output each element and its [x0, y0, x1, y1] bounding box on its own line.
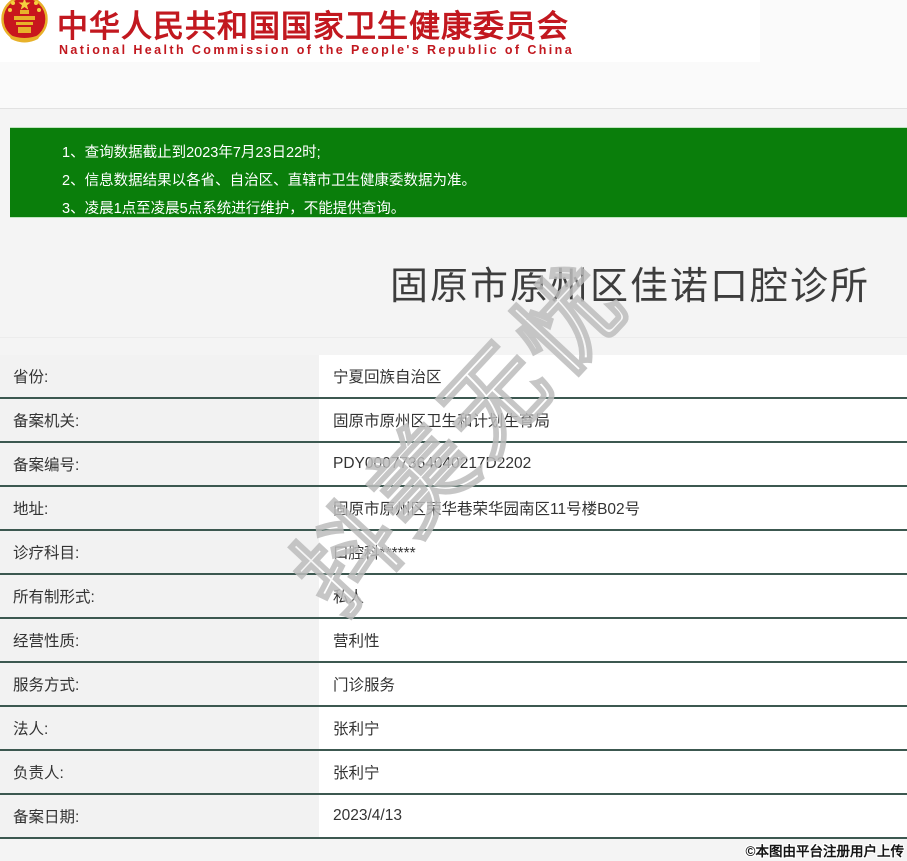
row-value: 固原市原州区荣华巷荣华园南区11号楼B02号	[319, 487, 907, 529]
header-divider	[0, 108, 907, 109]
notice-line-1: 1、查询数据截止到2023年7月23日22时;	[62, 139, 897, 167]
row-value: 口腔科******	[319, 531, 907, 573]
row-label: 地址:	[0, 487, 319, 529]
table-row-treatment-subjects: 诊疗科目: 口腔科******	[0, 531, 907, 575]
site-title-english: National Health Commission of the People…	[59, 43, 574, 57]
row-label: 经营性质:	[0, 619, 319, 661]
row-value: 张利宁	[319, 751, 907, 793]
page: 中华人民共和国国家卫生健康委员会 National Health Commiss…	[0, 0, 907, 861]
table-row-service-mode: 服务方式: 门诊服务	[0, 663, 907, 707]
row-label: 法人:	[0, 707, 319, 749]
table-row-filing-date: 备案日期: 2023/4/13	[0, 795, 907, 839]
row-value: 张利宁	[319, 707, 907, 749]
clinic-info-table: 省份: 宁夏回族自治区 备案机关: 固原市原州区卫生和计划生育局 备案编号: P…	[0, 355, 907, 839]
row-value: 2023/4/13	[319, 795, 907, 837]
table-row-province: 省份: 宁夏回族自治区	[0, 355, 907, 399]
clinic-name-title: 固原市原州区佳诺口腔诊所	[390, 255, 905, 310]
table-row-filing-number: 备案编号: PDY00077364040217D2202	[0, 443, 907, 487]
table-row-filing-authority: 备案机关: 固原市原州区卫生和计划生育局	[0, 399, 907, 443]
row-label: 服务方式:	[0, 663, 319, 705]
table-row-person-in-charge: 负责人: 张利宁	[0, 751, 907, 795]
row-value: 营利性	[319, 619, 907, 661]
notice-line-3: 3、凌晨1点至凌晨5点系统进行维护，不能提供查询。	[62, 195, 897, 223]
row-label: 备案编号:	[0, 443, 319, 485]
notice-line-2: 2、信息数据结果以各省、自治区、直辖市卫生健康委数据为准。	[62, 167, 897, 195]
row-label: 所有制形式:	[0, 575, 319, 617]
row-label: 备案机关:	[0, 399, 319, 441]
row-label: 诊疗科目:	[0, 531, 319, 573]
china-national-emblem-icon	[1, 0, 48, 60]
row-value: PDY00077364040217D2202	[319, 443, 907, 485]
row-value: 门诊服务	[319, 663, 907, 705]
row-value: 私人	[319, 575, 907, 617]
table-row-ownership: 所有制形式: 私人	[0, 575, 907, 619]
row-label: 负责人:	[0, 751, 319, 793]
section-divider	[0, 337, 907, 338]
row-value: 固原市原州区卫生和计划生育局	[319, 399, 907, 441]
site-header: 中华人民共和国国家卫生健康委员会 National Health Commiss…	[0, 0, 760, 62]
notice-box: 1、查询数据截止到2023年7月23日22时; 2、信息数据结果以各省、自治区、…	[10, 127, 907, 218]
row-value: 宁夏回族自治区	[319, 355, 907, 397]
corner-upload-watermark: ©本图由平台注册用户上传	[746, 840, 904, 860]
row-label: 备案日期:	[0, 795, 319, 837]
table-row-address: 地址: 固原市原州区荣华巷荣华园南区11号楼B02号	[0, 487, 907, 531]
table-row-legal-person: 法人: 张利宁	[0, 707, 907, 751]
row-label: 省份:	[0, 355, 319, 397]
table-row-operation-nature: 经营性质: 营利性	[0, 619, 907, 663]
site-title-chinese: 中华人民共和国国家卫生健康委员会	[57, 1, 569, 46]
